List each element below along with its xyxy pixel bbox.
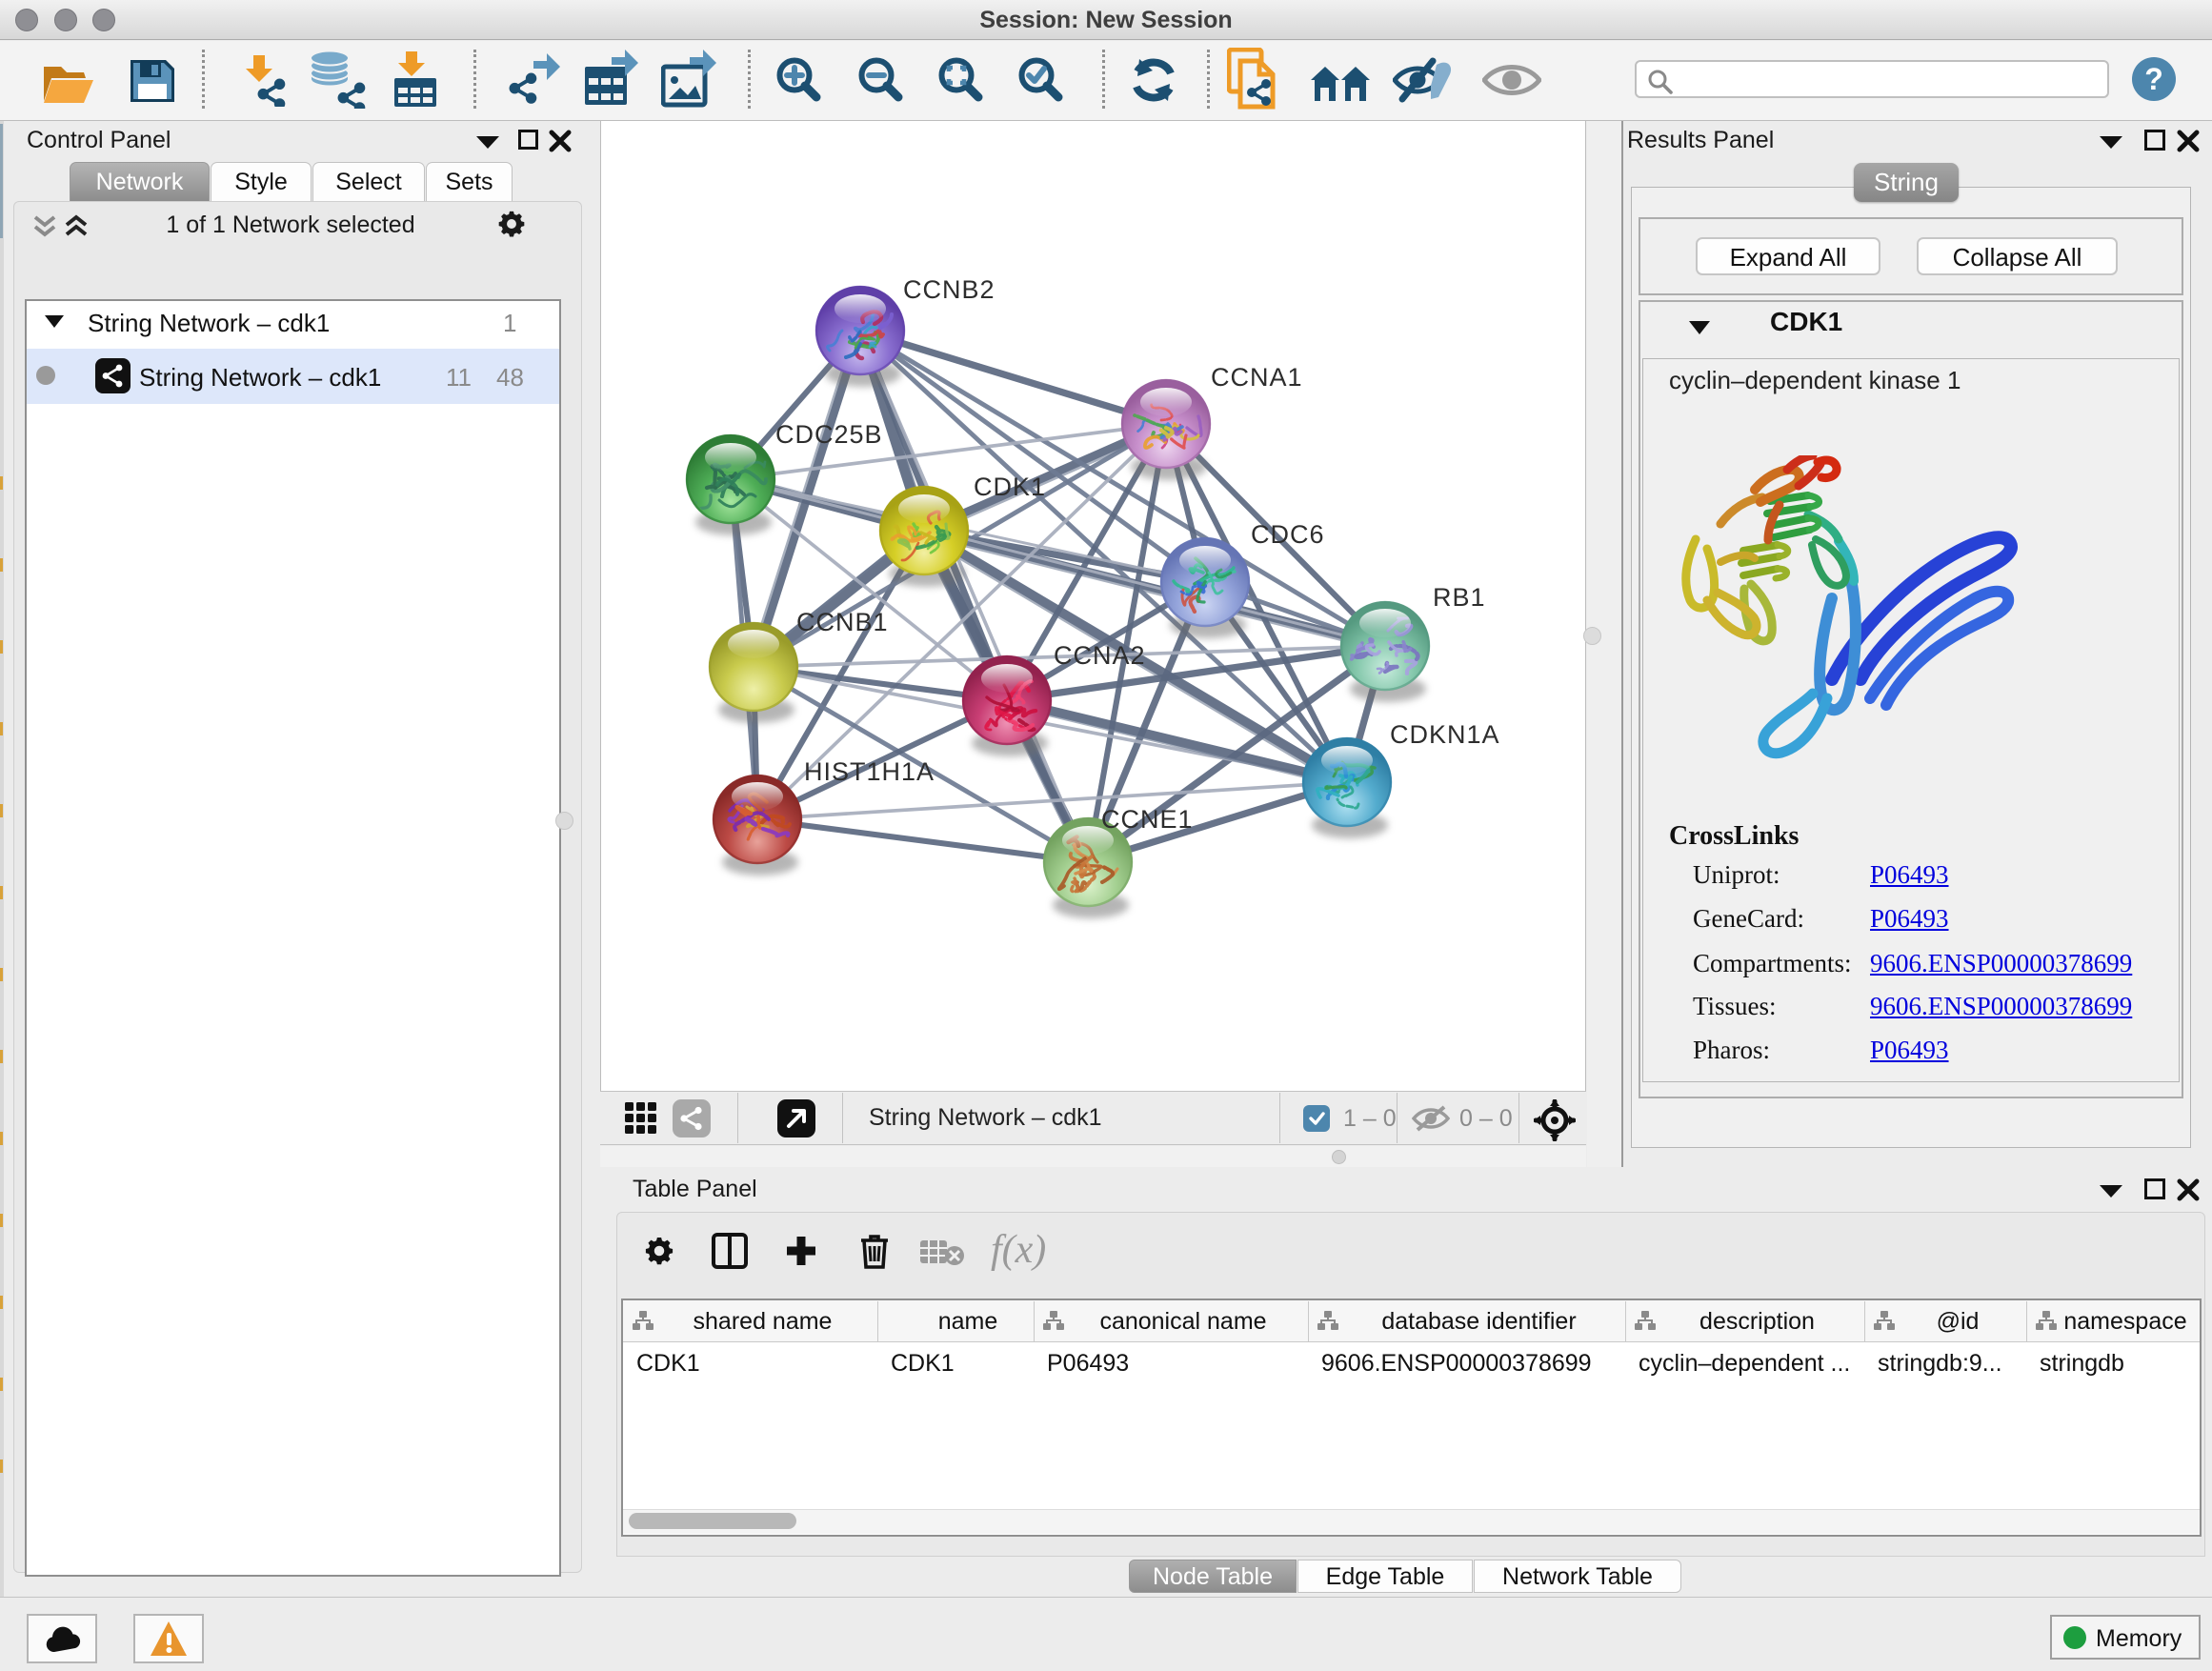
svg-text:CCNA2: CCNA2 [1054,641,1146,670]
svg-text:CDC6: CDC6 [1251,520,1325,549]
svg-text:CDC25B: CDC25B [775,420,883,449]
svg-text:CCNE1: CCNE1 [1101,805,1194,834]
svg-text:HIST1H1A: HIST1H1A [804,757,935,786]
svg-text:CDKN1A: CDKN1A [1390,720,1500,749]
svg-text:CDK1: CDK1 [974,473,1046,501]
svg-text:RB1: RB1 [1433,583,1486,612]
svg-text:CCNA1: CCNA1 [1211,363,1303,392]
svg-text:CCNB2: CCNB2 [903,275,995,304]
svg-text:CCNB1: CCNB1 [796,608,889,636]
